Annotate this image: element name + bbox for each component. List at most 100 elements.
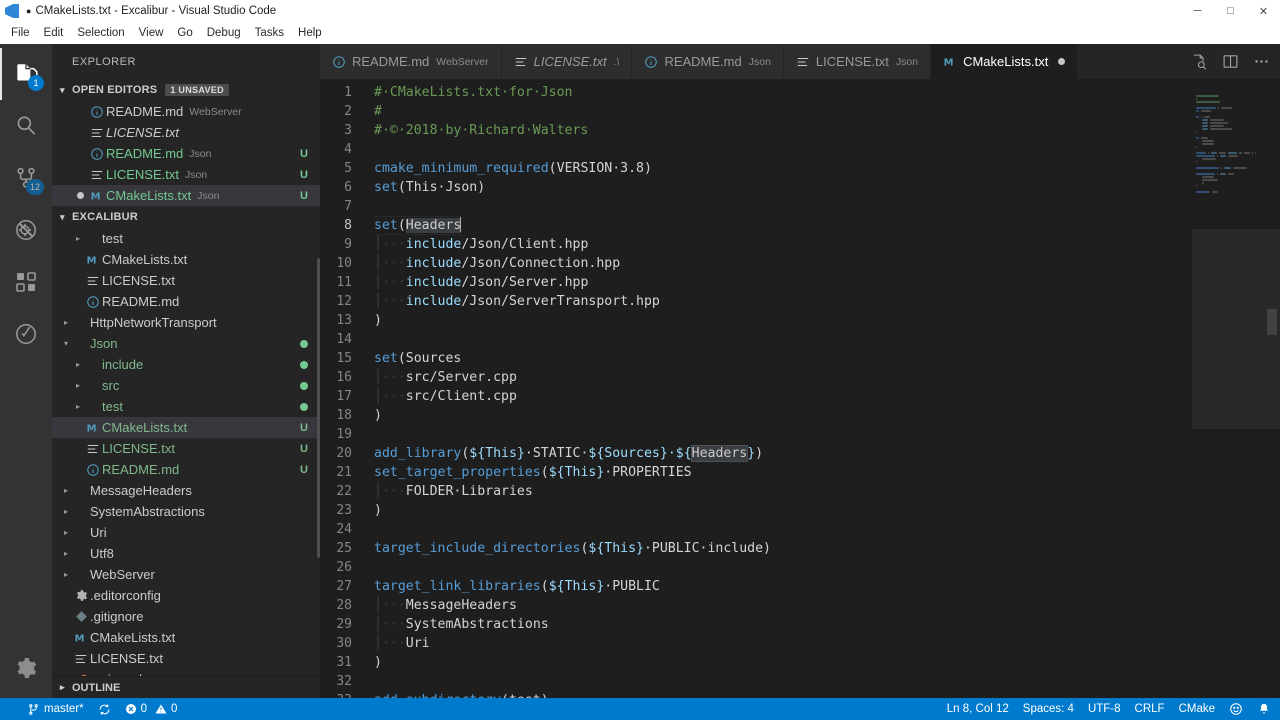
tree-item[interactable]: LICENSE.txt U [52,438,320,459]
menu-edit[interactable]: Edit [37,25,71,41]
code-line[interactable]: 30 │···Uri [320,634,1192,653]
code-text[interactable]: target_include_directories(${This}·PUBLI… [374,539,771,558]
code-line[interactable]: 20 add_library(${This}·STATIC·${Sources}·… [320,444,1192,463]
tab-dirty-indicator[interactable] [1058,58,1066,65]
code-text[interactable]: ) [374,311,382,330]
editor-tab[interactable]: LICENSE.txt .\ [501,44,633,79]
code-text[interactable]: add_subdirectory(test) [374,691,549,698]
code-line[interactable]: 24 [320,520,1192,539]
tree-item[interactable]: M CMakeLists.txt [52,627,320,648]
code-line[interactable]: 4 [320,140,1192,159]
code-text[interactable]: #·CMakeLists.txt·for·Json [374,83,573,102]
code-line[interactable]: 33add_subdirectory(test) [320,691,1192,698]
code-line[interactable]: 32 [320,672,1192,691]
chevron-right-icon[interactable]: ▸ [72,234,84,243]
open-editor-item[interactable]: LICENSE.txt [52,122,320,143]
code-line[interactable]: 21 set_target_properties(${This}·PROPERTI… [320,463,1192,482]
folder-header[interactable]: ▾ EXCALIBUR [52,206,320,228]
code-text[interactable]: │···include/Json/ServerTransport.hpp [374,292,660,311]
code-scroll-region[interactable]: 1 #·CMakeLists.txt·for·Json 2 #3 #·©·2018·by… [320,79,1192,698]
open-changes-icon[interactable] [1191,53,1208,70]
code-text[interactable]: │···src/Server.cpp [374,368,517,387]
code-text[interactable]: # [374,102,382,121]
status-sync[interactable] [91,698,118,720]
tree-item[interactable]: ▸ HttpNetworkTransport [52,312,320,333]
chevron-down-icon[interactable]: ▾ [60,339,72,348]
chevron-right-icon[interactable]: ▸ [72,360,84,369]
activity-debug[interactable] [0,204,52,256]
split-editor-icon[interactable] [1222,53,1239,70]
code-line[interactable]: 13) [320,311,1192,330]
menu-debug[interactable]: Debug [200,25,248,41]
tree-item[interactable]: README.md U [52,459,320,480]
code-line[interactable]: 22 │···FOLDER·Libraries [320,482,1192,501]
editor-tab[interactable]: README.md WebServer [320,44,502,79]
code-text[interactable]: ) [374,406,382,425]
tree-item[interactable]: ▸ Utf8 [52,543,320,564]
code-text[interactable]: #·©·2018·by·Richard·Walters [374,121,588,140]
code-text[interactable]: │···include/Json/Connection.hpp [374,254,620,273]
status-notifications[interactable] [1250,698,1278,720]
code-text[interactable]: │···src/Client.cpp [374,387,517,406]
code-line[interactable]: 28 │···MessageHeaders [320,596,1192,615]
code-text[interactable]: set(Headers [374,216,462,235]
code-line[interactable]: 23) [320,501,1192,520]
tree-item[interactable]: ▸ src [52,375,320,396]
editor-tab[interactable]: README.md Json [632,44,784,79]
menu-selection[interactable]: Selection [70,25,131,41]
code-line[interactable]: 12 │···include/Json/ServerTransport.hpp [320,292,1192,311]
activity-extensions[interactable] [0,256,52,308]
code-line[interactable]: 16 │···src/Server.cpp [320,368,1192,387]
chevron-right-icon[interactable]: ▸ [60,549,72,558]
tree-item[interactable]: LICENSE.txt [52,270,320,291]
maximize-button[interactable]: □ [1214,0,1247,22]
editor-tab[interactable]: M CMakeLists.txt [931,44,1079,79]
activity-clock[interactable] [0,308,52,360]
code-line[interactable]: 15 set(Sources [320,349,1192,368]
status-language[interactable]: CMake [1172,698,1222,720]
menu-tasks[interactable]: Tasks [248,25,291,41]
code-line[interactable]: 1 #·CMakeLists.txt·for·Json [320,83,1192,102]
activity-source-control[interactable]: 12 [0,152,52,204]
tree-item[interactable]: README.md [52,291,320,312]
code-line[interactable]: 7 [320,197,1192,216]
code-text[interactable]: │···FOLDER·Libraries [374,482,533,501]
tree-item[interactable]: ▸ test [52,228,320,249]
activity-settings[interactable] [0,642,52,694]
tree-item[interactable]: ▸ include [52,354,320,375]
code-line[interactable]: 29 │···SystemAbstractions [320,615,1192,634]
minimize-button[interactable]: ─ [1181,0,1214,22]
code-text[interactable]: ) [374,653,382,672]
menu-help[interactable]: Help [291,25,329,41]
chevron-right-icon[interactable]: ▸ [60,528,72,537]
code-line[interactable]: 26 [320,558,1192,577]
code-text[interactable]: ) [374,501,382,520]
minimap[interactable] [1192,79,1280,698]
code-text[interactable]: add_library(${This}·STATIC·${Sources}·${… [374,444,763,463]
tree-item[interactable]: ▸ SystemAbstractions [52,501,320,522]
code-line[interactable]: 8 set(Headers [320,216,1192,235]
code-line[interactable]: 9 │···include/Json/Client.hpp [320,235,1192,254]
code-line[interactable]: 3 #·©·2018·by·Richard·Walters [320,121,1192,140]
tree-item[interactable]: ▸ Uri [52,522,320,543]
status-feedback[interactable] [1222,698,1250,720]
status-branch[interactable]: master* [20,698,91,720]
code-text[interactable]: set(Sources [374,349,461,368]
status-indentation[interactable]: Spaces: 4 [1016,698,1081,720]
chevron-right-icon[interactable]: ▸ [60,486,72,495]
tree-item[interactable]: .editorconfig [52,585,320,606]
editor-scrollbar[interactable] [1267,309,1277,335]
code-text[interactable]: cmake_minimum_required(VERSION·3.8) [374,159,652,178]
close-button[interactable]: ✕ [1247,0,1280,22]
chevron-right-icon[interactable]: ▸ [60,318,72,327]
code-text[interactable]: set_target_properties(${This}·PROPERTIES [374,463,692,482]
status-encoding[interactable]: UTF-8 [1081,698,1128,720]
tree-item[interactable]: ▸ test [52,396,320,417]
code-text[interactable]: target_link_libraries(${This}·PUBLIC [374,577,660,596]
code-text[interactable]: │···include/Json/Server.hpp [374,273,588,292]
code-lines[interactable]: 1 #·CMakeLists.txt·for·Json 2 #3 #·©·2018·by… [320,79,1192,698]
code-line[interactable]: 17 │···src/Client.cpp [320,387,1192,406]
editor-tab[interactable]: LICENSE.txt Json [783,44,932,79]
tree-item[interactable]: M CMakeLists.txt [52,249,320,270]
code-editor[interactable]: 1 #·CMakeLists.txt·for·Json 2 #3 #·©·2018·by… [320,79,1280,698]
